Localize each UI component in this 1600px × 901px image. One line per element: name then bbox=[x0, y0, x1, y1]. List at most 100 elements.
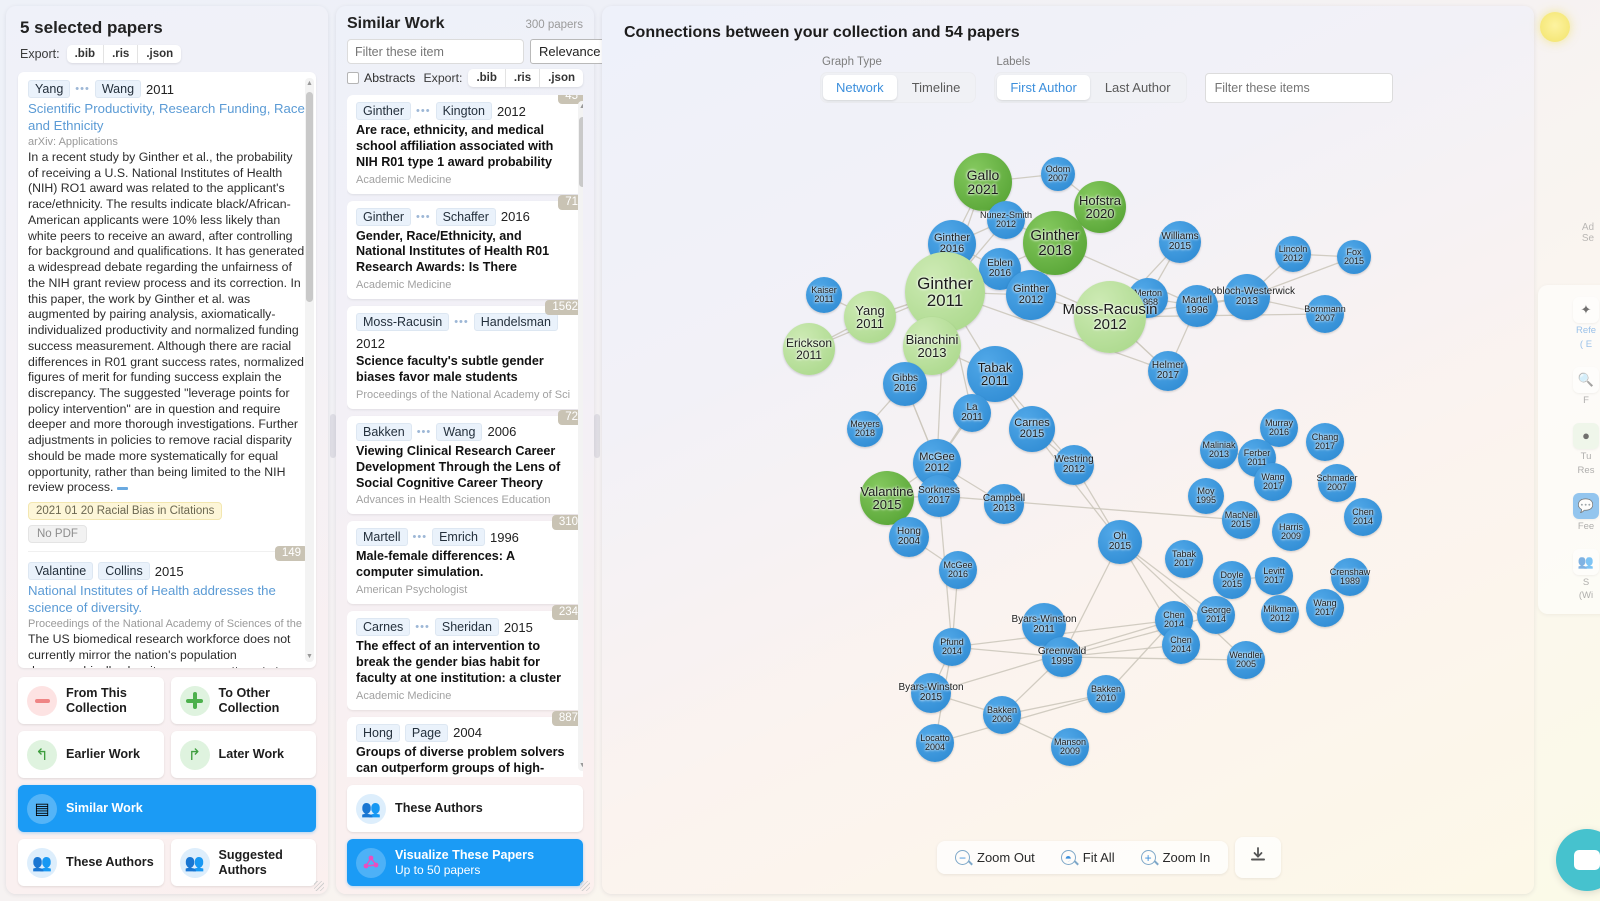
middle-list-scrollbar[interactable]: ▲ ▼ bbox=[578, 101, 583, 771]
rail-item-support[interactable]: 👥 S (Wi bbox=[1573, 548, 1599, 603]
paper-title-link[interactable]: Scientific Productivity, Research Fundin… bbox=[28, 101, 306, 134]
author-last[interactable]: Wang bbox=[94, 80, 142, 98]
left-list-scrollbar[interactable]: ▲ ▼ bbox=[305, 78, 314, 662]
graph-node[interactable]: Lincoln 2012 bbox=[1275, 236, 1311, 272]
list-item[interactable]: 45 Ginther ••• Kington 2012 Are race, et… bbox=[347, 95, 583, 194]
suggested-authors-button[interactable]: 👥 Suggested Authors bbox=[170, 839, 316, 886]
paper-title[interactable]: Science faculty's subtle gender biases f… bbox=[356, 354, 574, 386]
author-first[interactable]: Valantine bbox=[28, 562, 94, 581]
panel-resize-grip[interactable] bbox=[580, 881, 590, 891]
list-item[interactable]: 234 Carnes ••• Sheridan 2015 The effect … bbox=[347, 605, 583, 710]
to-other-collection-button[interactable]: To Other Collection bbox=[170, 677, 316, 724]
graph-node[interactable]: Ginther 2018 bbox=[1023, 211, 1087, 275]
rail-item-find[interactable]: 🔍 F bbox=[1573, 366, 1599, 407]
graph-node[interactable]: McGee 2016 bbox=[939, 551, 977, 589]
author-first[interactable]: Ginther bbox=[356, 207, 411, 226]
collection-tag[interactable]: 2021 01 20 Racial Bias in Citations bbox=[28, 502, 223, 521]
graph-node[interactable]: Wang 2017 bbox=[1254, 463, 1292, 501]
rail-item-feedback[interactable]: 💬 Fee bbox=[1573, 492, 1599, 533]
middle-panel-drag-handle[interactable] bbox=[594, 414, 600, 459]
graph-node[interactable]: Crenshaw 1989 bbox=[1330, 558, 1370, 596]
scrollbar-thumb[interactable] bbox=[306, 92, 313, 302]
graph-node[interactable]: Levitt 2017 bbox=[1255, 557, 1293, 595]
paper-title[interactable]: Are race, ethnicity, and medical school … bbox=[356, 123, 574, 171]
graph-node[interactable]: Maliniak 2013 bbox=[1200, 431, 1238, 469]
graph-node[interactable]: Wendler 2005 bbox=[1227, 641, 1265, 679]
graph-node[interactable]: MacNell 2015 bbox=[1222, 501, 1260, 539]
later-work-button[interactable]: ↱ Later Work bbox=[170, 731, 316, 778]
export-ris-button[interactable]: .ris bbox=[506, 69, 541, 87]
scroll-up-icon[interactable]: ▲ bbox=[306, 80, 313, 87]
graph-node[interactable]: Westring 2012 bbox=[1054, 445, 1094, 485]
graph-node[interactable]: Bornmann 2007 bbox=[1304, 295, 1346, 333]
export-json-button[interactable]: .json bbox=[540, 69, 583, 87]
paper-title[interactable]: Viewing Clinical Research Career Develop… bbox=[356, 444, 574, 492]
chat-fab-button[interactable] bbox=[1556, 829, 1600, 891]
graph-node[interactable]: Yang 2011 bbox=[844, 291, 896, 343]
graph-node[interactable]: Harris 2009 bbox=[1272, 513, 1310, 551]
author-first[interactable]: Martell bbox=[356, 528, 408, 547]
graph-node[interactable]: Campbell 2013 bbox=[983, 484, 1025, 524]
graph-node[interactable]: Pfund 2014 bbox=[933, 628, 971, 666]
graph-node[interactable]: Bakken 2006 bbox=[983, 696, 1021, 734]
scroll-up-icon[interactable]: ▲ bbox=[579, 103, 583, 110]
zoom-out-button[interactable]: − Zoom Out bbox=[955, 850, 1035, 865]
graph-node[interactable]: Sorkness 2017 bbox=[918, 475, 960, 517]
network-graph-canvas[interactable]: Gallo 2021 Odom 2007 Hofstra 2020 Nunez-Smith 2… bbox=[602, 102, 1534, 894]
graph-node[interactable]: Doyle 2015 bbox=[1213, 561, 1251, 599]
author-first[interactable]: Carnes bbox=[356, 618, 411, 637]
graph-node[interactable]: Schmader 2007 bbox=[1316, 464, 1358, 502]
graph-node[interactable]: George 2014 bbox=[1197, 596, 1235, 634]
graph-node[interactable]: Manson 2009 bbox=[1051, 728, 1089, 766]
graph-node[interactable]: Moss-Racusin 2012 bbox=[1062, 281, 1158, 353]
graph-node[interactable]: Bakken 2010 bbox=[1087, 675, 1125, 713]
fit-all-button[interactable]: ◓ Fit All bbox=[1060, 850, 1115, 865]
scroll-down-icon[interactable]: ▼ bbox=[306, 653, 313, 660]
collapse-abstract-icon[interactable] bbox=[117, 486, 129, 490]
these-authors-button[interactable]: 👥 These Authors bbox=[18, 839, 164, 886]
graph-node[interactable]: Erickson 2011 bbox=[783, 323, 835, 375]
paper-title[interactable]: The effect of an intervention to break t… bbox=[356, 639, 574, 687]
rail-item-references[interactable]: ✦ Refe ( E bbox=[1573, 297, 1599, 351]
download-graph-button[interactable] bbox=[1235, 837, 1282, 878]
author-last[interactable]: Handelsman bbox=[473, 313, 558, 332]
these-authors-button[interactable]: 👥 These Authors bbox=[347, 785, 583, 832]
from-this-collection-button[interactable]: From This Collection bbox=[18, 677, 164, 724]
scrollbar-thumb[interactable] bbox=[579, 117, 583, 187]
author-last[interactable]: Schaffer bbox=[435, 207, 496, 226]
export-json-button[interactable]: .json bbox=[138, 45, 181, 63]
export-bib-button[interactable]: .bib bbox=[468, 69, 506, 87]
scroll-down-icon[interactable]: ▼ bbox=[579, 762, 583, 769]
author-first[interactable]: Hong bbox=[356, 723, 400, 742]
earlier-work-button[interactable]: ↰ Earlier Work bbox=[18, 731, 164, 778]
pdf-status-badge[interactable]: No PDF bbox=[28, 525, 87, 544]
author-first[interactable]: Yang bbox=[28, 80, 71, 98]
graph-filter-input[interactable] bbox=[1204, 73, 1393, 103]
paper-title[interactable]: Male-female differences: A computer simu… bbox=[356, 549, 574, 581]
graph-node[interactable]: La 2011 bbox=[953, 394, 991, 432]
graph-node[interactable]: Chen 2014 bbox=[1344, 498, 1382, 536]
graph-node[interactable]: Helmer 2017 bbox=[1148, 351, 1188, 391]
graph-node[interactable]: Ginther 2012 bbox=[1006, 270, 1056, 320]
export-bib-button[interactable]: .bib bbox=[67, 45, 105, 63]
list-item[interactable]: 1562 Moss-Racusin ••• Handelsman 2012 Sc… bbox=[347, 300, 583, 409]
tab-last-author[interactable]: Last Author bbox=[1092, 75, 1184, 100]
author-first[interactable]: Bakken bbox=[356, 422, 412, 441]
graph-node[interactable]: Wang 2017 bbox=[1306, 589, 1344, 627]
author-last[interactable]: Page bbox=[404, 723, 449, 742]
similar-work-button[interactable]: ▤ Similar Work bbox=[18, 785, 316, 832]
author-last[interactable]: Wang bbox=[436, 422, 483, 441]
selected-papers-list[interactable]: Yang ••• Wang 2011 Scientific Productivi… bbox=[18, 72, 316, 668]
graph-node[interactable]: Williams 2015 bbox=[1159, 221, 1201, 263]
paper-title[interactable]: Groups of diverse problem solvers can ou… bbox=[356, 745, 574, 777]
paper-title[interactable]: Gender, Race/Ethnicity, and National Ins… bbox=[356, 229, 574, 277]
graph-node[interactable]: Chang 2017 bbox=[1306, 423, 1344, 461]
list-item[interactable]: 887 Hong Page 2004 Groups of diverse pro… bbox=[347, 710, 583, 777]
list-item[interactable]: 71 Ginther ••• Schaffer 2016 Gender, Rac… bbox=[347, 194, 583, 300]
graph-node[interactable]: Odom 2007 bbox=[1041, 157, 1075, 191]
abstracts-checkbox[interactable] bbox=[347, 72, 359, 84]
visualize-these-papers-button[interactable]: Visualize These Papers Up to 50 papers bbox=[347, 839, 583, 886]
graph-node[interactable]: Meyers 2018 bbox=[847, 411, 883, 447]
graph-node[interactable]: Byars-Winston 2015 bbox=[899, 673, 964, 713]
rail-item-tutorial[interactable]: ● Tu Res bbox=[1573, 422, 1599, 477]
